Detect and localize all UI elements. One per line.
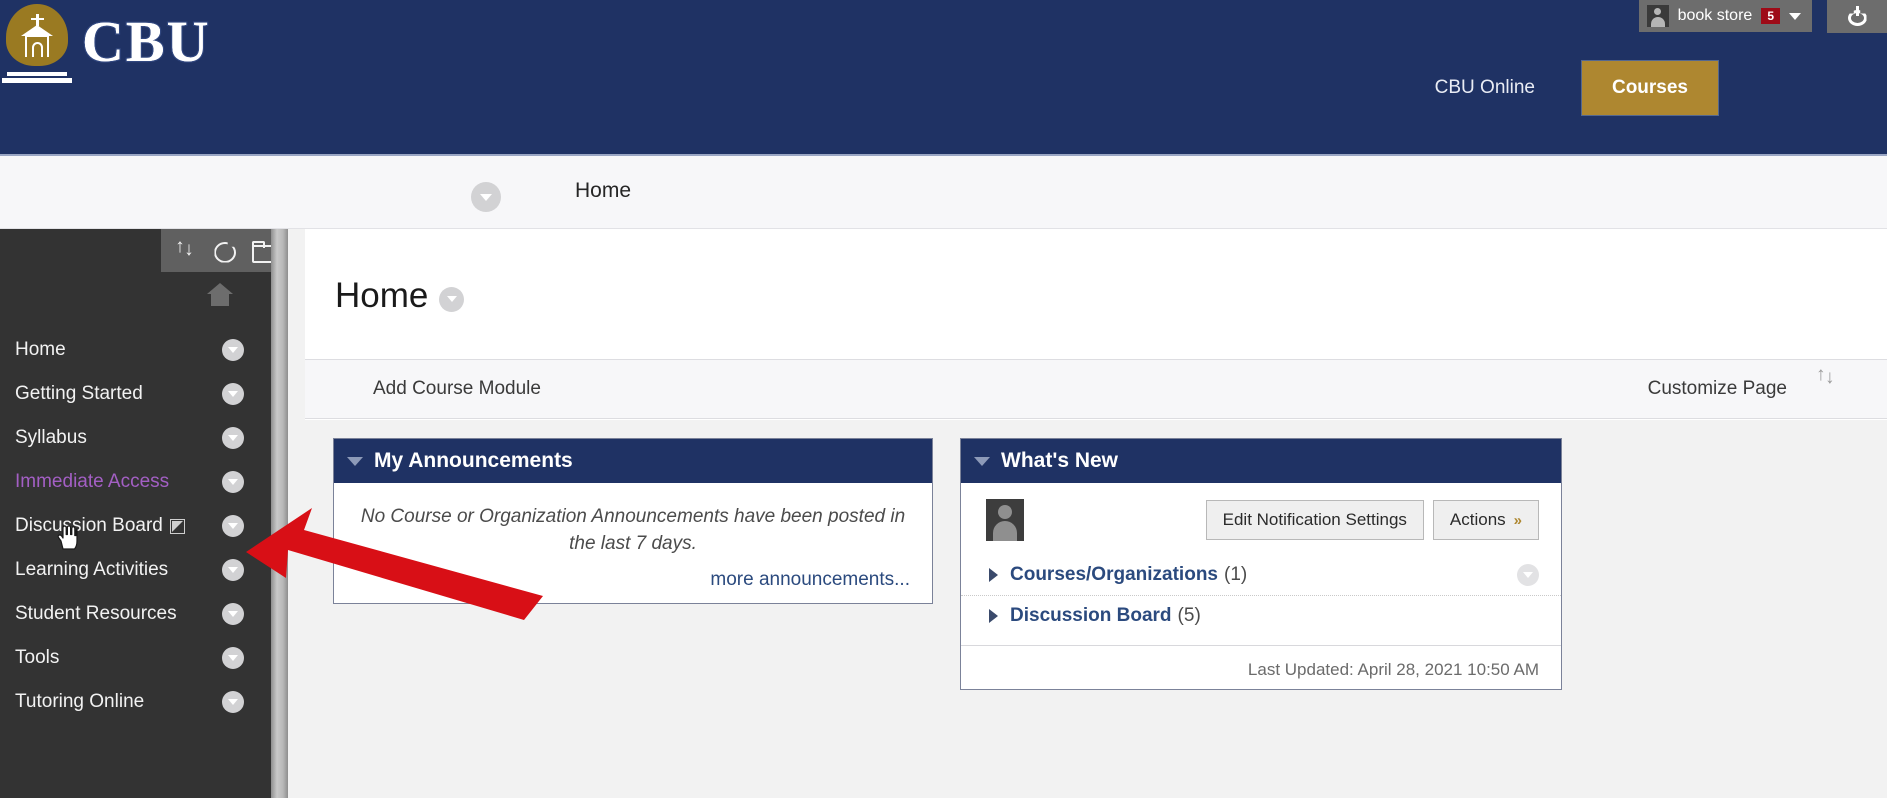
sort-arrows-icon[interactable] — [1816, 364, 1842, 402]
whats-new-buttons: Edit Notification Settings Actions » — [1205, 500, 1539, 540]
breadcrumb-home-link[interactable]: Home — [575, 179, 631, 203]
sort-arrows-icon[interactable] — [173, 236, 199, 264]
module-title: What's New — [1001, 449, 1119, 472]
sidebar-item-label: Home — [15, 339, 66, 360]
actions-button[interactable]: Actions » — [1432, 500, 1539, 540]
sidebar-item-label: Discussion Board — [15, 515, 163, 536]
page-title: Home — [335, 276, 429, 315]
sidebar-resize-handle[interactable] — [271, 229, 288, 798]
home-icon[interactable] — [207, 283, 233, 307]
chevron-down-circle-icon[interactable] — [222, 515, 244, 537]
chevron-down-circle-icon[interactable] — [222, 383, 244, 405]
whats-new-row-discussion-board[interactable]: Discussion Board (5) — [961, 595, 1561, 635]
module-whats-new: What's New Edit Notification Settings Ac… — [960, 438, 1562, 690]
content-gutter — [288, 229, 305, 798]
sidebar-item-label: Tools — [15, 647, 60, 668]
module-area: My Announcements No Course or Organizati… — [305, 420, 1887, 798]
edit-notification-settings-button[interactable]: Edit Notification Settings — [1205, 500, 1424, 540]
refresh-icon[interactable] — [211, 238, 237, 264]
power-logout-icon — [1848, 6, 1867, 26]
sidebar-item-label: Syllabus — [15, 427, 87, 448]
add-course-module-button[interactable]: Add Course Module — [373, 378, 541, 400]
brand-text: CBU — [81, 9, 211, 74]
row-label[interactable]: Discussion Board — [1010, 605, 1172, 627]
module-title: My Announcements — [374, 449, 573, 472]
chevron-down-circle-icon[interactable] — [222, 647, 244, 669]
user-name: book store — [1677, 7, 1753, 24]
triangle-down-icon[interactable] — [347, 456, 363, 466]
sidebar-item-getting-started[interactable]: Getting Started — [0, 372, 288, 416]
announcements-empty-text: No Course or Organization Announcements … — [360, 506, 906, 554]
chevron-down-circle-icon[interactable] — [222, 339, 244, 361]
module-body: Edit Notification Settings Actions » Cou… — [961, 483, 1561, 680]
breadcrumb-toggle-button[interactable] — [471, 182, 501, 212]
double-chevron-down-icon: » — [1513, 511, 1522, 529]
pointing-hand-cursor — [57, 525, 78, 550]
module-header: My Announcements — [334, 439, 932, 483]
sidebar-item-tutoring-online[interactable]: Tutoring Online — [0, 680, 288, 724]
chevron-down-circle-icon[interactable] — [222, 691, 244, 713]
brand-logo[interactable]: CBU — [2, 4, 211, 83]
triangle-right-icon[interactable] — [989, 568, 998, 582]
logout-button[interactable] — [1827, 0, 1887, 33]
chevron-down-circle-icon — [480, 193, 492, 201]
row-count: (5) — [1177, 604, 1201, 626]
page-root: CBU book store 5 CBU Online Courses Home — [0, 0, 1887, 798]
chevron-down-circle-icon[interactable] — [222, 559, 244, 581]
customize-page-button[interactable]: Customize Page — [1648, 378, 1787, 400]
chapel-logo-icon — [2, 4, 72, 83]
sidebar-toolbar — [161, 229, 288, 272]
whats-new-row-courses[interactable]: Courses/Organizations (1) — [961, 555, 1561, 595]
course-menu-sidebar: Home Getting Started Syllabus Immediate … — [0, 229, 288, 798]
primary-nav: CBU Online Courses — [1413, 60, 1719, 116]
chevron-down-icon[interactable] — [1789, 12, 1801, 20]
page-title-area: Home — [335, 276, 465, 316]
page-title-menu-button[interactable] — [439, 286, 465, 312]
user-avatar-icon — [1646, 5, 1669, 27]
sidebar-item-syllabus[interactable]: Syllabus — [0, 416, 288, 460]
top-header: CBU book store 5 CBU Online Courses — [0, 0, 1887, 156]
module-body: No Course or Organization Announcements … — [334, 483, 932, 591]
button-label: Actions — [1449, 510, 1506, 529]
row-count: (1) — [1224, 564, 1248, 585]
notification-badge: 5 — [1761, 8, 1780, 24]
more-announcements-link[interactable]: more announcements... — [356, 569, 910, 591]
row-label[interactable]: Courses/Organizations — [1010, 564, 1218, 586]
sidebar-item-label: Tutoring Online — [15, 691, 145, 712]
sidebar-item-label: Immediate Access — [15, 471, 170, 492]
chevron-down-circle-icon[interactable] — [222, 471, 244, 493]
triangle-down-icon[interactable] — [974, 456, 990, 466]
chevron-down-circle-icon[interactable] — [222, 427, 244, 449]
breadcrumb-bar — [0, 156, 1887, 229]
chevron-down-circle-icon[interactable] — [222, 603, 244, 625]
sidebar-item-learning-activities[interactable]: Learning Activities — [0, 548, 288, 592]
module-my-announcements: My Announcements No Course or Organizati… — [333, 438, 933, 604]
chevron-down-circle-icon[interactable] — [1517, 564, 1539, 586]
triangle-right-icon[interactable] — [989, 608, 998, 623]
sidebar-item-immediate-access[interactable]: Immediate Access — [0, 460, 288, 504]
action-bar: Add Course Module Customize Page — [305, 359, 1887, 419]
sidebar-item-home[interactable]: Home — [0, 328, 288, 372]
sidebar-item-label: Learning Activities — [15, 559, 169, 580]
whats-new-toolbar: Edit Notification Settings Actions » — [961, 483, 1561, 555]
module-header: What's New — [961, 439, 1561, 483]
sidebar-item-list: Home Getting Started Syllabus Immediate … — [0, 328, 288, 724]
last-updated-text: Last Updated: April 28, 2021 10:50 AM — [961, 645, 1561, 680]
sidebar-item-discussion-board[interactable]: Discussion Board — [0, 504, 288, 548]
main-content: Home Add Course Module Customize Page My… — [288, 229, 1887, 798]
tab-cbu-online[interactable]: CBU Online — [1413, 60, 1557, 116]
sidebar-item-student-resources[interactable]: Student Resources — [0, 592, 288, 636]
user-avatar-icon — [986, 499, 1024, 541]
tab-courses[interactable]: Courses — [1580, 60, 1719, 116]
external-link-icon — [169, 518, 185, 534]
sidebar-item-label: Getting Started — [15, 383, 143, 404]
user-menu[interactable]: book store 5 — [1638, 0, 1812, 32]
sidebar-item-label: Student Resources — [15, 603, 177, 624]
button-label: Edit Notification Settings — [1222, 510, 1407, 529]
sidebar-item-tools[interactable]: Tools — [0, 636, 288, 680]
